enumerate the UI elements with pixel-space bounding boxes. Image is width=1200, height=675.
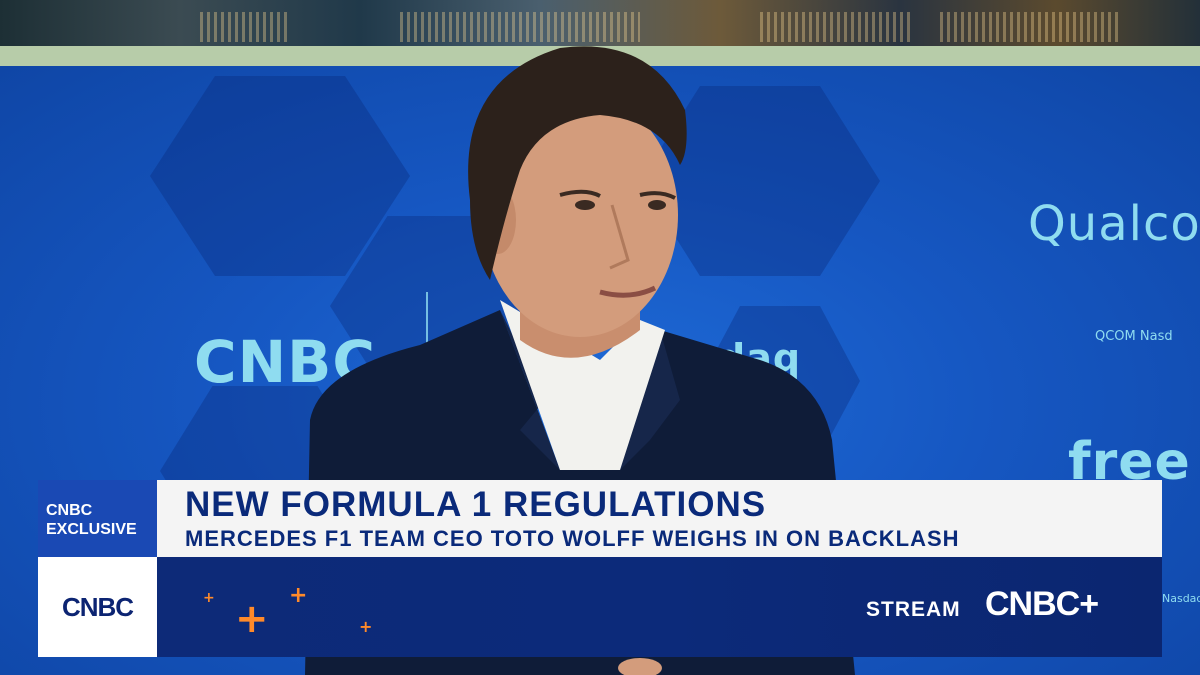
exclusive-tag-line1: CNBC	[46, 502, 93, 519]
headline-text: NEW FORMULA 1 REGULATIONS	[185, 485, 767, 524]
promo-bar: + + + + STREAM CNBC+	[157, 557, 1162, 657]
exclusive-tag-line2: EXCLUSIVE	[46, 521, 137, 538]
headline-banner: NEW FORMULA 1 REGULATIONS MERCEDES F1 TE…	[157, 480, 1162, 557]
plus-decoration-icon: +	[359, 617, 373, 636]
broadcast-frame: CNBC daq Qualco QCOM Nasd free Nasdaq CN…	[0, 0, 1200, 675]
plus-decoration-icon: +	[203, 590, 215, 606]
network-logo: CNBC	[61, 591, 134, 622]
subheadline-text: MERCEDES F1 TEAM CEO TOTO WOLFF WEIGHS I…	[185, 526, 960, 551]
network-logo-box: CNBC	[38, 557, 157, 657]
stream-brand-logo: CNBC+	[985, 585, 1099, 623]
exclusive-tag: CNBC EXCLUSIVE	[38, 480, 157, 557]
plus-decoration-icon: +	[235, 596, 269, 642]
plus-decoration-icon: +	[289, 583, 308, 608]
stream-label: STREAM	[866, 598, 961, 621]
